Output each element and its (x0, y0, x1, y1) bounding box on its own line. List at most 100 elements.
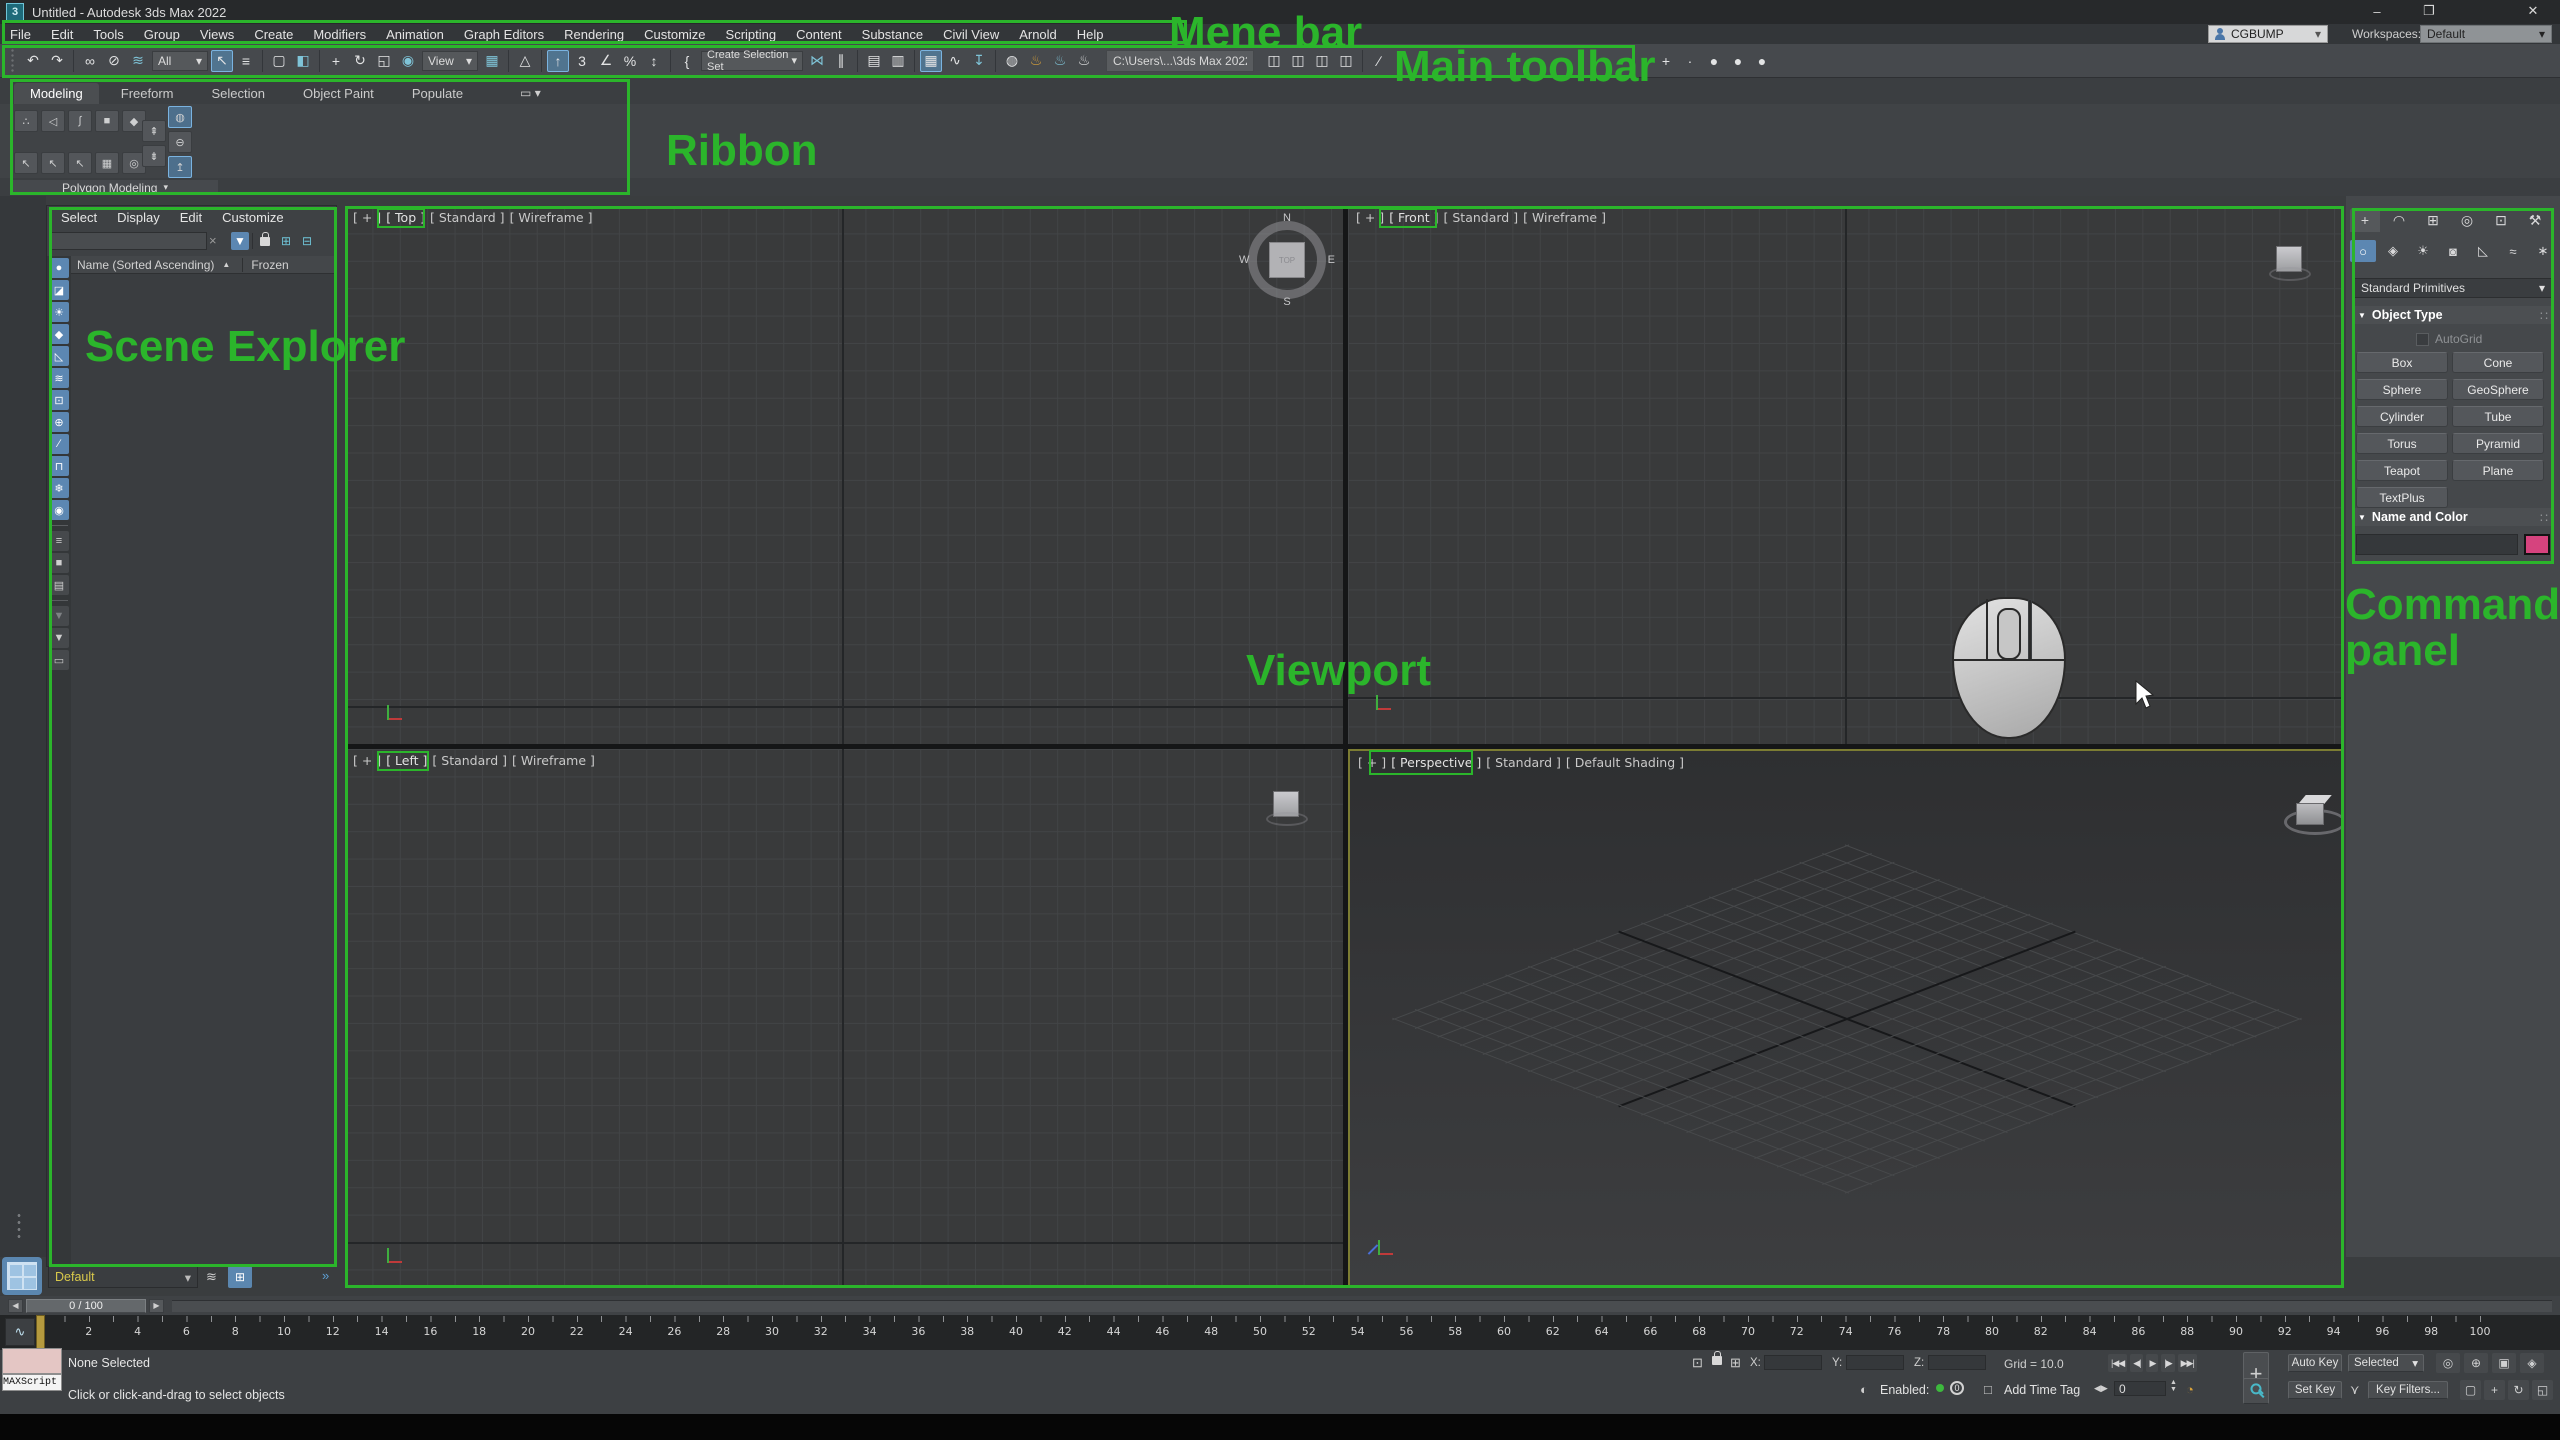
category-lights-icon[interactable]: ☀ (2410, 240, 2436, 262)
go-to-start-icon[interactable]: |◀◀ (2108, 1354, 2127, 1372)
hierarchy-icon[interactable]: ⊞ (228, 1266, 252, 1288)
viewcube-front-face[interactable] (2296, 803, 2324, 825)
enabled-count-badge[interactable]: 0 (1950, 1381, 1964, 1395)
pan-view-icon[interactable]: + (2484, 1380, 2505, 1400)
category-shapes-icon[interactable]: ◈ (2380, 240, 2406, 262)
previous-frame-icon[interactable]: ◀| (2130, 1354, 2143, 1372)
menu-rendering[interactable]: Rendering (554, 24, 634, 44)
viewcube-compass[interactable]: TOP N E S W (1241, 214, 1333, 306)
viewport-shading-left[interactable]: [ Wireframe ] (512, 753, 595, 768)
viewport-menu-plus[interactable]: [ + ] (353, 753, 381, 768)
display-particles-icon[interactable]: ❄ (49, 478, 69, 498)
viewport-top[interactable]: [ + ] [ Top ] [ Standard ] [ Wireframe ]… (345, 206, 1343, 744)
degradation-override-icon[interactable]: ◐ (1860, 1382, 1868, 1397)
menu-edit[interactable]: Edit (41, 24, 83, 44)
sphere-icon-1[interactable]: ● (1703, 50, 1725, 72)
menu-views[interactable]: Views (190, 24, 244, 44)
render-production-icon[interactable]: ♨ (1073, 50, 1095, 72)
snap-3d-icon[interactable]: 3 (571, 50, 593, 72)
category-dropdown[interactable]: Standard Primitives ▾ (2354, 278, 2552, 298)
render-setup-icon[interactable]: ♨ (1025, 50, 1047, 72)
detail-view-icon[interactable]: ▤ (49, 575, 69, 595)
collapse-stack-down-icon[interactable]: ⇟ (142, 145, 166, 167)
viewport-left[interactable]: [ + ] [ Left ] [ Standard ] [ Wireframe … (345, 749, 1343, 1288)
preview-multi-icon[interactable]: ↖ (68, 152, 92, 174)
go-to-end-icon[interactable]: ▶▶| (2178, 1354, 2197, 1372)
rendered-frame-window-icon[interactable]: ♨ (1049, 50, 1071, 72)
set-key-mode-button[interactable] (2243, 1378, 2269, 1404)
time-range-icon[interactable]: ▭ (49, 650, 69, 670)
align-icon[interactable]: ∥ (830, 50, 852, 72)
current-frame-field[interactable]: 0 (2114, 1381, 2166, 1396)
tab-hierarchy[interactable]: ⊞ (2418, 208, 2448, 232)
zoom-region-icon[interactable]: ▢ (2460, 1380, 2481, 1400)
button-cone[interactable]: Cone (2452, 352, 2544, 373)
category-geometry-icon[interactable]: ○ (2350, 240, 2376, 262)
viewcube-mini[interactable] (2276, 246, 2302, 272)
key-mode-dropdown[interactable]: Selected ▾ (2348, 1354, 2424, 1372)
category-helpers-icon[interactable]: ◺ (2470, 240, 2496, 262)
name-column-header[interactable]: Name (Sorted Ascending) (71, 258, 214, 272)
snaps-toggle-icon[interactable]: ↑ (547, 50, 569, 72)
display-visibility-icon[interactable]: ◉ (49, 500, 69, 520)
preview-off-icon[interactable]: ↖ (14, 152, 38, 174)
display-helpers-icon[interactable]: ◺ (49, 346, 69, 366)
button-plane[interactable]: Plane (2452, 460, 2544, 481)
collapse-stack-up-icon[interactable]: ⇞ (142, 120, 166, 142)
ribbon-minimize-icon[interactable]: ▭ ▾ (520, 86, 541, 100)
dot-icon[interactable]: · (1679, 50, 1701, 72)
menu-civil-view[interactable]: Civil View (933, 24, 1009, 44)
reference-coordinate-dropdown[interactable]: View ▾ (422, 51, 478, 71)
viewport-standard-perspective[interactable]: [ Standard ] (1486, 755, 1561, 770)
layers-icon[interactable]: ≋ (206, 1269, 217, 1285)
menu-modifiers[interactable]: Modifiers (303, 24, 376, 44)
maxscript-mini-listener-output[interactable] (2, 1348, 62, 1374)
viewport-menu-plus[interactable]: [ + ] (1356, 210, 1384, 225)
compass-south[interactable]: S (1283, 296, 1290, 308)
viewport-name-perspective[interactable]: [ Perspective ] (1391, 755, 1481, 770)
previous-frame-button[interactable]: ◀ (8, 1299, 23, 1313)
sx-menu-select[interactable]: Select (53, 209, 105, 226)
window-toggle-icon-4[interactable]: ◫ (1335, 50, 1357, 72)
time-slider-track[interactable] (172, 1300, 2552, 1312)
compass-west[interactable]: W (1239, 254, 1249, 266)
project-folder-field[interactable]: C:\Users\...\3ds Max 2022 (1106, 50, 1254, 72)
drag-handle-icon[interactable]: ∷ (2540, 510, 2548, 525)
select-and-manipulate-icon[interactable]: △ (514, 50, 536, 72)
viewport-front[interactable]: [ + ] [ Front ] [ Standard ] [ Wireframe… (1348, 206, 2344, 744)
set-key-time-icon[interactable]: ◔ (2186, 1382, 2194, 1397)
window-crossing-toggle-icon[interactable]: ◧ (292, 50, 314, 72)
menu-arnold[interactable]: Arnold (1009, 24, 1067, 44)
spinner-snap-toggle-icon[interactable]: ↕ (643, 50, 665, 72)
menu-group[interactable]: Group (134, 24, 190, 44)
ribbon-tab-modeling[interactable]: Modeling (14, 83, 99, 104)
sx-menu-edit[interactable]: Edit (172, 209, 210, 226)
orbit-icon[interactable]: ↻ (2508, 1380, 2529, 1400)
play-icon[interactable]: ▶ (2146, 1354, 2158, 1372)
ribbon-tab-populate[interactable]: Populate (396, 83, 479, 104)
menu-tools[interactable]: Tools (83, 24, 133, 44)
viewport-name-front[interactable]: [ Front ] (1389, 210, 1438, 225)
toggle-ribbon-icon[interactable]: ▦ (920, 50, 942, 72)
filter-icon[interactable]: ▼ (49, 628, 69, 648)
category-cameras-icon[interactable]: ◙ (2440, 240, 2466, 262)
button-geosphere[interactable]: GeoSphere (2452, 379, 2544, 400)
viewport-perspective[interactable]: [ + ] [ Perspective ] [ Standard ] [ Def… (1348, 749, 2344, 1288)
key-filters-button[interactable]: Key Filters... (2368, 1381, 2448, 1399)
compass-north[interactable]: N (1283, 212, 1291, 224)
tab-modify[interactable]: ◠ (2384, 208, 2414, 232)
selection-filter-icon[interactable]: ▼ (231, 232, 249, 250)
selection-filter-dropdown[interactable]: All ▾ (152, 51, 208, 71)
toggle-command-panel-icon[interactable]: ◍ (168, 106, 192, 128)
button-textplus[interactable]: TextPlus (2356, 487, 2448, 508)
vertex-mode-icon[interactable]: ∴ (14, 110, 38, 132)
add-time-tag[interactable]: Add Time Tag (2004, 1383, 2080, 1397)
polygon-modeling-panel-label[interactable]: Polygon Modeling▾ (12, 180, 218, 195)
object-type-rollout[interactable]: ▼ Object Type ∷ (2352, 306, 2554, 324)
viewcube-face[interactable]: TOP (1269, 242, 1305, 278)
menu-substance[interactable]: Substance (852, 24, 933, 44)
clear-search-icon[interactable]: × (209, 233, 217, 248)
menu-create[interactable]: Create (244, 24, 303, 44)
lock-selection-icon[interactable] (1712, 1356, 1722, 1368)
menu-animation[interactable]: Animation (376, 24, 454, 44)
